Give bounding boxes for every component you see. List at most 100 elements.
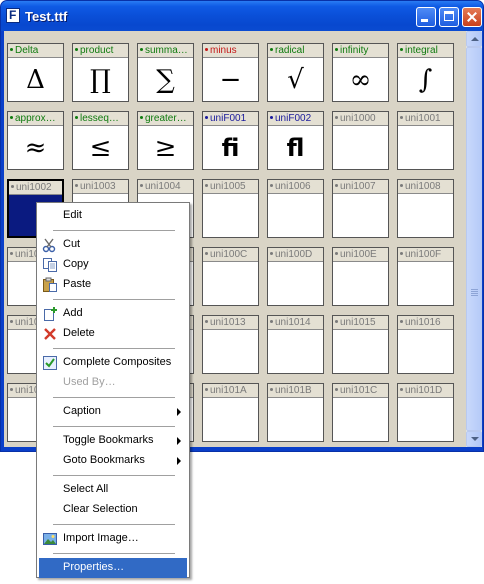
menu-item-add[interactable]: Add [39, 304, 187, 324]
glyph-name: lesseq… [80, 113, 119, 124]
menu-separator [53, 524, 175, 525]
glyph-name: uni1014 [275, 317, 311, 328]
glyph-name-label: uniF002 [268, 112, 323, 126]
glyph-cell[interactable]: uni1007 [332, 179, 389, 238]
menu-item-edit[interactable]: Edit [39, 206, 187, 226]
glyph-cell[interactable]: uni100D [267, 247, 324, 306]
glyph-name-label: approx… [8, 112, 63, 126]
menu-item-caption[interactable]: Caption [39, 402, 187, 422]
menu-item-copy[interactable]: Copy [39, 255, 187, 275]
title-bar[interactable]: Test.ttf [1, 1, 483, 31]
scroll-thumb[interactable] [466, 47, 482, 431]
glyph-name-label: uni1008 [398, 180, 453, 194]
window-title: Test.ttf [25, 9, 68, 24]
bullet-icon [11, 184, 14, 188]
glyph-cell[interactable]: product ∏ [72, 43, 129, 102]
glyph-cell[interactable]: uni101C [332, 383, 389, 442]
glyph-cell[interactable]: greater… ≥ [137, 111, 194, 170]
glyph-cell[interactable]: uni1014 [267, 315, 324, 374]
bullet-icon [335, 251, 338, 255]
submenu-arrow-icon [177, 457, 181, 465]
glyph-preview: ≈ [24, 132, 47, 163]
glyph-name: uni101B [275, 385, 312, 396]
glyph-cell[interactable]: uni1008 [397, 179, 454, 238]
glyph-cell[interactable]: uni1005 [202, 179, 259, 238]
menu-item-properties[interactable]: Properties… [39, 558, 187, 578]
menu-item-clear-selection[interactable]: Clear Selection [39, 500, 187, 520]
glyph-name-label: uni1015 [333, 316, 388, 330]
glyph-cell[interactable]: radical √ [267, 43, 324, 102]
bullet-icon [140, 115, 143, 119]
bullet-icon [400, 319, 403, 323]
glyph-cell[interactable]: infinity ∞ [332, 43, 389, 102]
close-button[interactable] [462, 7, 482, 27]
paste-icon [42, 277, 58, 293]
menu-item-select-all[interactable]: Select All [39, 480, 187, 500]
menu-item-import-image[interactable]: Import Image… [39, 529, 187, 549]
glyph-cell[interactable]: Delta Δ [7, 43, 64, 102]
glyph-cell[interactable]: uni1016 [397, 315, 454, 374]
maximize-button[interactable] [439, 7, 459, 27]
glyph-preview: ∫ [418, 64, 433, 95]
glyph-name: uni1002 [16, 182, 52, 193]
vertical-scrollbar[interactable] [466, 31, 482, 447]
glyph-cell[interactable]: uniF002 fl [267, 111, 324, 170]
glyph-preview: fi [221, 133, 240, 162]
glyph-cell[interactable]: minus − [202, 43, 259, 102]
glyph-name-label: minus [203, 44, 258, 58]
glyph-name: minus [210, 45, 237, 56]
menu-separator [53, 299, 175, 300]
glyph-cell[interactable]: uni101D [397, 383, 454, 442]
glyph-cell[interactable]: integral ∫ [397, 43, 454, 102]
bullet-icon [335, 183, 338, 187]
glyph-cell[interactable]: uni1015 [332, 315, 389, 374]
glyph-name-label: uni101C [333, 384, 388, 398]
menu-item-toggle-bookmarks[interactable]: Toggle Bookmarks [39, 431, 187, 451]
bullet-icon [335, 115, 338, 119]
minimize-button[interactable] [416, 7, 436, 27]
glyph-name-label: uni1003 [73, 180, 128, 194]
glyph-name: infinity [340, 45, 369, 56]
menu-separator [53, 397, 175, 398]
glyph-name-label: radical [268, 44, 323, 58]
glyph-cell[interactable]: uni1006 [267, 179, 324, 238]
glyph-name-label: uni101B [268, 384, 323, 398]
glyph-name-label: integral [398, 44, 453, 58]
font-file-icon[interactable] [6, 8, 20, 23]
add-icon [42, 306, 58, 322]
menu-item-delete[interactable]: Delete [39, 324, 187, 344]
menu-item-goto-bookmarks[interactable]: Goto Bookmarks [39, 451, 187, 471]
scroll-down-button[interactable] [466, 431, 482, 447]
bullet-icon [205, 319, 208, 323]
glyph-cell[interactable]: uni100E [332, 247, 389, 306]
glyph-name-label: uni1004 [138, 180, 193, 194]
glyph-name-label: uni1016 [398, 316, 453, 330]
glyph-cell[interactable]: uni101A [202, 383, 259, 442]
glyph-preview: ≤ [89, 132, 112, 163]
bullet-icon [270, 115, 273, 119]
glyph-cell[interactable]: uni1000 [332, 111, 389, 170]
glyph-cell[interactable]: uni100C [202, 247, 259, 306]
glyph-cell[interactable]: uni1001 [397, 111, 454, 170]
glyph-name: uni1013 [210, 317, 246, 328]
glyph-cell[interactable]: uni100F [397, 247, 454, 306]
glyph-cell[interactable]: summa… ∑ [137, 43, 194, 102]
checkbox-icon [42, 355, 58, 371]
glyph-name: uni100F [405, 249, 442, 260]
glyph-cell[interactable]: uni101B [267, 383, 324, 442]
glyph-cell[interactable]: uniF001 fi [202, 111, 259, 170]
glyph-cell[interactable]: lesseq… ≤ [72, 111, 129, 170]
glyph-cell[interactable]: approx… ≈ [7, 111, 64, 170]
menu-separator [53, 348, 175, 349]
menu-item-cut[interactable]: Cut [39, 235, 187, 255]
bullet-icon [270, 319, 273, 323]
menu-item-complete-composites[interactable]: Complete Composites [39, 353, 187, 373]
menu-item-paste[interactable]: Paste [39, 275, 187, 295]
glyph-cell[interactable]: uni1013 [202, 315, 259, 374]
glyph-name: uni101C [340, 385, 378, 396]
menu-item-label: Caption [63, 405, 101, 417]
scroll-up-button[interactable] [466, 31, 482, 47]
glyph-name-label: summa… [138, 44, 193, 58]
bullet-icon [400, 387, 403, 391]
menu-item-label: Add [63, 307, 83, 319]
